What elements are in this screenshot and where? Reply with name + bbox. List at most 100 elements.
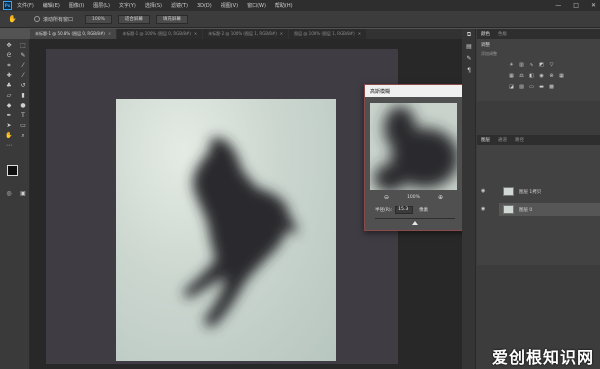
layer-thumbnail — [503, 205, 514, 214]
tab-channels[interactable]: 通道 — [498, 137, 507, 143]
close-icon[interactable]: ✕ — [194, 29, 197, 39]
marquee-tool-icon[interactable]: ⬚ — [17, 41, 29, 50]
gradient-tool-icon[interactable]: ▮ — [17, 91, 29, 100]
channel-mixer-icon[interactable]: ⊛ — [547, 72, 556, 80]
selective-color-icon[interactable]: ▩ — [547, 83, 556, 91]
quick-mask-icon[interactable]: ◎ — [3, 189, 15, 198]
shape-tool-icon[interactable]: ▭ — [17, 121, 29, 130]
dodge-tool-icon[interactable]: ● — [17, 101, 29, 110]
stamp-tool-icon[interactable]: ♣ — [3, 81, 15, 90]
hand-icon[interactable]: ✋ — [8, 15, 20, 24]
menu-file[interactable]: 文件(F) — [17, 2, 34, 9]
preview-zoom-value: 100% — [407, 194, 420, 200]
menu-select[interactable]: 选择(S) — [145, 2, 162, 9]
close-icon[interactable]: ✕ — [108, 29, 111, 39]
maximize-button[interactable]: □ — [573, 2, 579, 9]
tab-paths[interactable]: 路径 — [515, 137, 524, 143]
minimize-button[interactable]: — — [555, 2, 561, 9]
fill-screen-button[interactable]: 填充屏幕 — [155, 14, 188, 24]
lasso-tool-icon[interactable]: ᘓ — [3, 51, 15, 60]
tools-panel: ✥ ⬚ ᘓ ✎ ⌗ ⁄ ✚ ⁄ ♣ ↺ ▱ ▮ ◆ ● ✒ T ➤ ▭ ✋ ⌕ … — [0, 39, 30, 369]
hue-icon[interactable]: ▦ — [507, 72, 516, 80]
brush-panel-icon[interactable]: ✎ — [462, 53, 476, 65]
menu-filter[interactable]: 滤镜(T) — [171, 2, 188, 9]
scroll-all-windows-label: 滚动所有窗口 — [43, 16, 74, 23]
brush-tool-icon[interactable]: ⁄ — [17, 71, 29, 80]
blur-tool-icon[interactable]: ◆ — [3, 101, 15, 110]
quick-select-tool-icon[interactable]: ✎ — [17, 51, 29, 60]
doc-tab[interactable]: 未标题-2 @ 100% (图层 1, RGB/8#) ✕ — [203, 29, 289, 39]
doc-tab[interactable]: 未标题-1 @ 100% (图层 0, RGB/8#) ✕ — [117, 29, 203, 39]
type-tool-icon[interactable]: T — [17, 111, 29, 120]
photo-filter-icon[interactable]: ◉ — [537, 72, 546, 80]
adjustments-subtitle: 添加调整 — [481, 51, 497, 56]
invert-icon[interactable]: ◪ — [507, 83, 516, 91]
hand-tool-icon[interactable]: ✋ — [3, 131, 15, 140]
menu-type[interactable]: 文字(Y) — [119, 2, 136, 9]
healing-tool-icon[interactable]: ✚ — [3, 71, 15, 80]
vibrance-icon[interactable]: ▽ — [547, 61, 556, 69]
adjustments-title: 调整 — [481, 43, 490, 48]
eye-icon[interactable]: ◉ — [481, 206, 489, 212]
layer-row[interactable]: 图层 0 — [499, 203, 600, 216]
blurred-horse-image — [183, 137, 298, 327]
tab-color[interactable]: 颜色 — [481, 31, 490, 37]
bw-icon[interactable]: ◧ — [527, 72, 536, 80]
menu-view[interactable]: 视图(V) — [221, 2, 238, 9]
paragraph-panel-icon[interactable]: ¶ — [462, 65, 476, 77]
canvas-image[interactable] — [116, 99, 336, 361]
levels-icon[interactable]: ▥ — [517, 61, 526, 69]
eraser-tool-icon[interactable]: ▱ — [3, 91, 15, 100]
path-select-tool-icon[interactable]: ➤ — [3, 121, 15, 130]
scroll-all-windows-checkbox[interactable] — [34, 16, 40, 22]
zoom-100-button[interactable]: 100% — [85, 14, 112, 24]
properties-panel-icon[interactable]: ▤ — [462, 41, 476, 53]
radius-slider-thumb[interactable] — [412, 221, 418, 225]
brightness-icon[interactable]: ☀ — [507, 61, 516, 69]
menu-edit[interactable]: 编辑(E) — [43, 2, 60, 9]
zoom-tool-icon[interactable]: ⌕ — [17, 131, 29, 140]
foreground-color[interactable] — [7, 165, 18, 176]
history-panel-icon[interactable]: ⧉ — [462, 29, 476, 41]
close-icon[interactable]: ✕ — [280, 29, 283, 39]
eye-icon[interactable]: ◉ — [481, 188, 489, 194]
pen-tool-icon[interactable]: ✒ — [3, 111, 15, 120]
more-tools-icon[interactable]: ⋯ — [3, 141, 15, 150]
menu-3d[interactable]: 3D(D) — [197, 3, 212, 9]
close-icon[interactable]: ✕ — [358, 29, 361, 39]
doc-tab[interactable]: 图层 @ 100% (图层 1, RGB/8#) ✕ — [289, 29, 367, 39]
zoom-in-icon[interactable]: ⊕ — [438, 194, 443, 201]
color-balance-icon[interactable]: ⚖ — [517, 72, 526, 80]
menu-layer[interactable]: 图层(L) — [93, 2, 110, 9]
fit-screen-button[interactable]: 适合屏幕 — [117, 14, 150, 24]
gradient-map-icon[interactable]: ▬ — [537, 83, 546, 91]
screen-mode-icon[interactable]: ▣ — [17, 189, 29, 198]
dialog-title: 高斯模糊 — [370, 88, 391, 95]
radius-input[interactable]: 15.3 — [395, 206, 414, 214]
crop-tool-icon[interactable]: ⌗ — [3, 61, 15, 70]
threshold-icon[interactable]: ▭ — [527, 83, 536, 91]
tab-swatches[interactable]: 色板 — [498, 31, 507, 37]
menu-image[interactable]: 图像(I) — [69, 2, 84, 9]
doc-tab[interactable]: 未标题-1 @ 50.8% (图层 0, RGB/8#) ✕ — [30, 29, 117, 39]
menu-window[interactable]: 窗口(W) — [247, 2, 266, 9]
posterize-icon[interactable]: ▨ — [517, 83, 526, 91]
layer-row[interactable]: 图层 1拷贝 — [499, 185, 600, 198]
zoom-out-icon[interactable]: ⊖ — [384, 194, 389, 201]
watermark-text: 爱创根知识网 — [492, 348, 595, 367]
photoshop-logo: Ps — [3, 1, 12, 10]
tab-layers[interactable]: 图层 — [481, 137, 490, 143]
curves-icon[interactable]: ∿ — [527, 61, 536, 69]
eyedropper-tool-icon[interactable]: ⁄ — [17, 61, 29, 70]
lookup-icon[interactable]: ▦ — [557, 72, 566, 80]
filter-preview[interactable] — [370, 103, 457, 190]
menu-help[interactable]: 帮助(H) — [275, 2, 293, 9]
color-swatches[interactable] — [7, 165, 25, 183]
close-window-button[interactable]: ✕ — [591, 2, 596, 9]
doc-tab-label: 未标题-1 @ 100% (图层 0, RGB/8#) — [122, 31, 191, 36]
move-tool-icon[interactable]: ✥ — [3, 41, 15, 50]
history-brush-icon[interactable]: ↺ — [17, 81, 29, 90]
exposure-icon[interactable]: ◩ — [537, 61, 546, 69]
radius-slider-track[interactable] — [375, 218, 455, 219]
window-controls: — □ ✕ — [555, 0, 596, 11]
